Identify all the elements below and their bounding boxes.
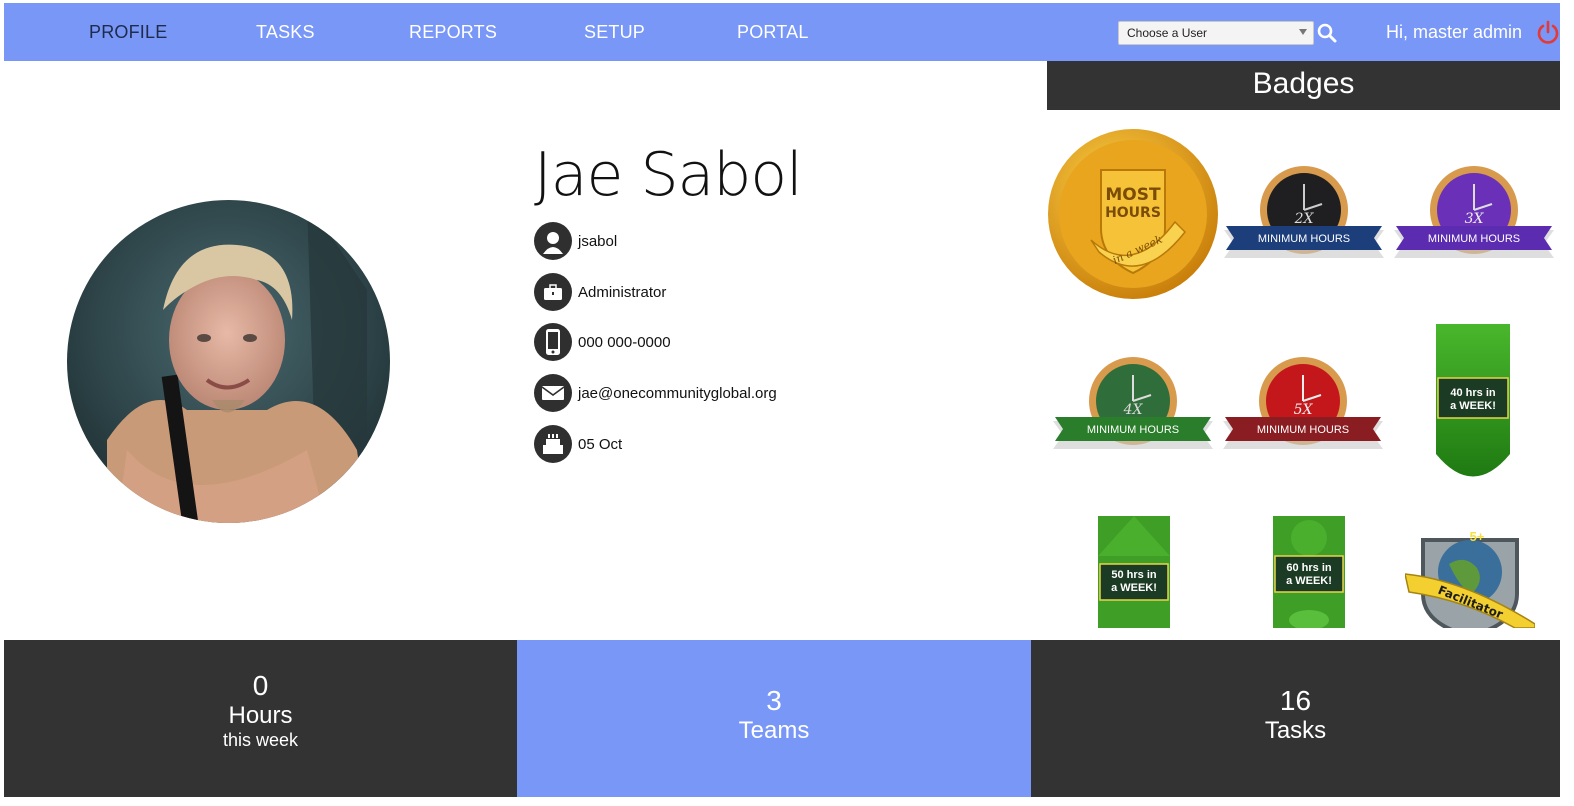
clock-2x-ribbon: MINIMUM HOURS [1258,233,1350,245]
tasks-label: Tasks [1264,717,1327,744]
hours-stat[interactable]: 0 Hours this week [4,640,517,797]
phone-text: 000 000-0000 [578,333,671,351]
email-text: jae@onecommunityglobal.org [578,384,777,402]
teams-label: Teams [738,717,810,744]
most-hours-line2: HOURS [1105,205,1161,221]
clock-3x-ribbon: MINIMUM HOURS [1428,233,1520,245]
banner-40-badge[interactable]: 40 hrs in a WEEK! [1436,324,1510,489]
phone-icon [534,323,572,361]
email-icon [534,374,572,412]
teams-stat[interactable]: 3 Teams [517,640,1031,797]
power-icon[interactable] [1536,20,1560,46]
banner-40-line1: 40 hrs in [1450,387,1496,399]
most-hours-badge[interactable]: MOST HOURS in a week [1047,128,1219,300]
nav-profile[interactable]: PROFILE [89,22,167,43]
banner-40-line2: a WEEK! [1450,400,1496,412]
chevron-down-icon [1299,29,1307,35]
phone-row: 000 000-0000 [534,322,671,362]
clock-2x-mult: 2X [1294,211,1315,227]
tasks-value: 16 [1279,685,1312,716]
user-select-dropdown[interactable]: Choose a User [1118,21,1314,45]
role-text: Administrator [578,283,667,301]
clock-3x-mult: 3X [1465,211,1485,227]
username-text: jsabol [578,232,618,250]
birthday-cake-icon [534,425,572,463]
banner-60-line2: a WEEK! [1286,575,1332,587]
birthday-row: 05 Oct [534,424,622,464]
badges-header: Badges [1047,61,1560,110]
nav-portal[interactable]: PORTAL [737,22,809,43]
hours-label: Hours [228,702,293,729]
birthday-text: 05 Oct [578,435,623,453]
top-nav: PROFILE TASKS REPORTS SETUP PORTAL Choos… [4,3,1560,61]
nav-tasks[interactable]: TASKS [256,22,315,43]
avatar [67,200,390,523]
clock-4x-ribbon: MINIMUM HOURS [1087,424,1179,436]
clock-5x-mult: 5X [1294,402,1314,418]
briefcase-icon [534,273,572,311]
hours-value: 0 [252,670,269,701]
profile-name: Jae Sabol [534,140,803,210]
clock-5x-badge[interactable]: 5X MINIMUM HOURS [1223,355,1383,455]
username-row: jsabol [534,221,617,261]
clock-2x-badge[interactable]: 2X MINIMUM HOURS [1224,164,1384,264]
clock-5x-ribbon: MINIMUM HOURS [1257,424,1349,436]
nav-reports[interactable]: REPORTS [409,22,497,43]
greeting-text: Hi, master admin [1386,22,1523,42]
facilitator-badge[interactable]: 5+ Facilitator [1405,524,1535,628]
banner-50-badge[interactable]: 50 hrs in a WEEK! [1098,516,1170,628]
search-icon[interactable] [1316,22,1338,44]
banner-60-badge[interactable]: 60 hrs in a WEEK! [1273,516,1345,628]
email-row: jae@onecommunityglobal.org [534,373,777,413]
teams-value: 3 [766,685,782,716]
banner-60-line1: 60 hrs in [1286,562,1332,574]
user-select-value: Choose a User [1127,26,1208,40]
role-row: Administrator [534,272,666,312]
banner-50-line2: a WEEK! [1111,582,1157,594]
clock-4x-badge[interactable]: 4X MINIMUM HOURS [1053,355,1213,455]
banner-50-line1: 50 hrs in [1111,569,1157,581]
nav-setup[interactable]: SETUP [584,22,645,43]
user-icon [534,222,572,260]
most-hours-line1: MOST [1105,185,1161,205]
clock-3x-badge[interactable]: 3X MINIMUM HOURS [1394,164,1554,264]
tasks-stat[interactable]: 16 Tasks [1031,640,1560,797]
hours-sub: this week [222,730,299,750]
clock-4x-mult: 4X [1123,402,1144,418]
facilitator-count: 5+ [1470,529,1485,544]
